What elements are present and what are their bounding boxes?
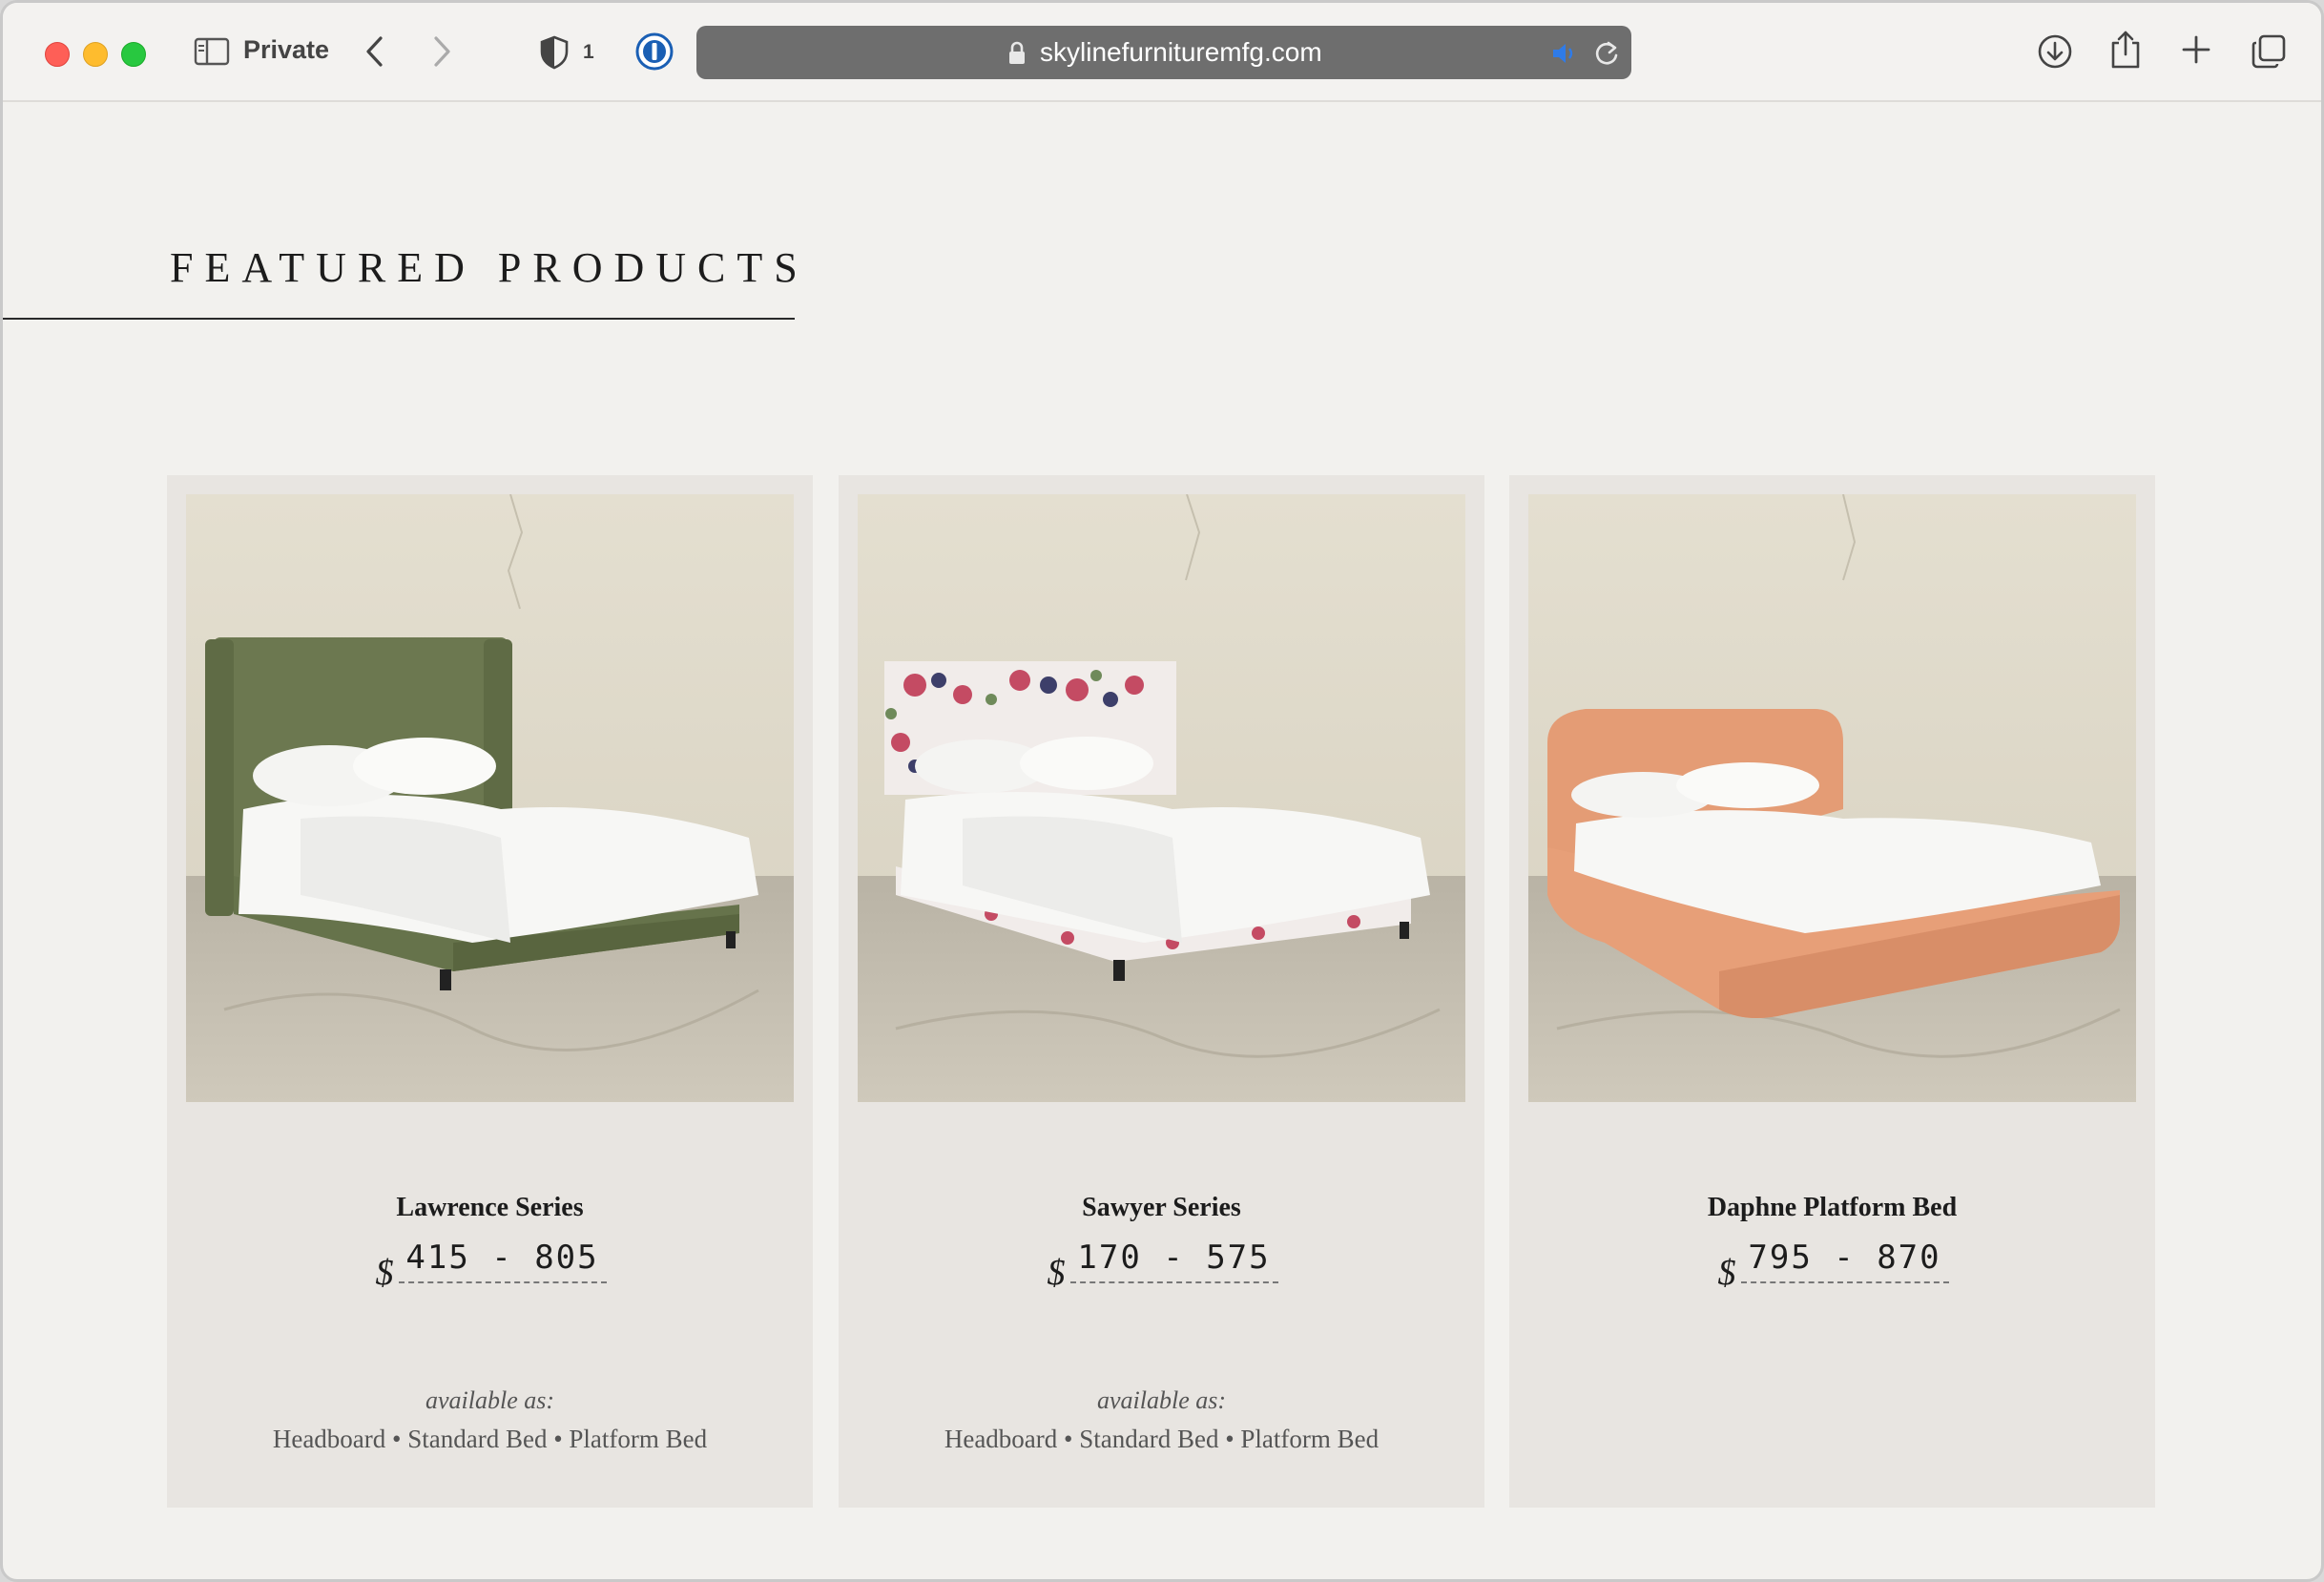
price-range: 170 - 575 (1077, 1239, 1271, 1277)
browser-window: Private 1 skylinefurnituremfg.com FEATUR… (0, 0, 2324, 1582)
peach-platform-bed-image (1528, 494, 2136, 1102)
privacy-shield-icon[interactable] (539, 35, 570, 70)
close-window-button[interactable] (45, 42, 70, 67)
product-name[interactable]: Sawyer Series (839, 1193, 1484, 1223)
new-tab-icon[interactable] (2180, 33, 2212, 66)
product-image[interactable] (1528, 494, 2136, 1102)
url-text[interactable]: skylinefurnituremfg.com (1040, 37, 1322, 68)
product-name[interactable]: Daphne Platform Bed (1509, 1193, 2155, 1223)
price-underline (1069, 1281, 1278, 1283)
downloads-icon[interactable] (2037, 33, 2073, 70)
product-price: $ 170 - 575 (839, 1239, 1484, 1296)
forward-icon[interactable] (430, 35, 453, 68)
price-underline (398, 1281, 607, 1283)
section-title-divider (3, 318, 795, 320)
password-manager-icon[interactable] (634, 31, 674, 72)
product-image[interactable] (186, 494, 794, 1102)
product-card-sawyer[interactable]: Sawyer Series $ 170 - 575 available as: … (839, 475, 1484, 1508)
currency-symbol: $ (375, 1253, 394, 1293)
minimize-window-button[interactable] (83, 42, 108, 67)
share-icon[interactable] (2109, 30, 2142, 70)
product-name[interactable]: Lawrence Series (167, 1193, 813, 1223)
tab-overview-icon[interactable] (2251, 33, 2287, 70)
sidebar-icon[interactable] (194, 37, 230, 66)
price-underline (1740, 1281, 1949, 1283)
audio-playing-icon[interactable] (1551, 41, 1580, 66)
currency-symbol: $ (1717, 1253, 1736, 1293)
product-card-daphne[interactable]: Daphne Platform Bed $ 795 - 870 (1509, 475, 2155, 1508)
section-title: FEATURED PRODUCTS (170, 244, 809, 291)
product-price: $ 415 - 805 (167, 1239, 813, 1296)
address-bar[interactable]: skylinefurnituremfg.com (696, 26, 1631, 79)
available-options: Headboard • Standard Bed • Platform Bed (944, 1425, 1380, 1453)
green-wingback-bed-image (186, 494, 794, 1102)
back-icon[interactable] (363, 35, 386, 68)
currency-symbol: $ (1047, 1253, 1066, 1293)
lock-icon (1009, 41, 1025, 64)
product-price: $ 795 - 870 (1509, 1239, 2155, 1296)
reload-icon[interactable] (1593, 39, 1620, 68)
available-as-label: available as: (1096, 1386, 1227, 1414)
product-image[interactable] (858, 494, 1465, 1102)
available-options: Headboard • Standard Bed • Platform Bed (272, 1425, 708, 1453)
floral-upholstered-bed-image (858, 494, 1465, 1102)
private-mode-label: Private (243, 35, 330, 64)
tracker-count: 1 (583, 41, 594, 63)
price-range: 415 - 805 (405, 1239, 599, 1277)
zoom-window-button[interactable] (121, 42, 146, 67)
product-card-lawrence[interactable]: Lawrence Series $ 415 - 805 available as… (167, 475, 813, 1508)
available-as-label: available as: (425, 1386, 555, 1414)
price-range: 795 - 870 (1748, 1239, 1941, 1277)
browser-toolbar: Private 1 skylinefurnituremfg.com (3, 3, 2321, 102)
